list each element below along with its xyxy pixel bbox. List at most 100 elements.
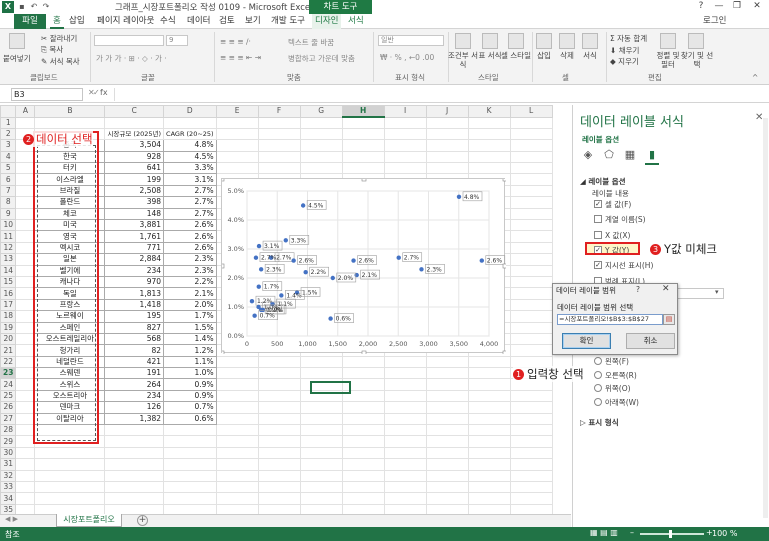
formula-input[interactable] [114, 88, 569, 101]
row-header[interactable]: 33 [0, 480, 17, 494]
cell[interactable] [257, 116, 301, 129]
autosum-button[interactable]: Σ 자동 합계 [610, 33, 647, 44]
cell[interactable] [257, 435, 301, 448]
tab-file[interactable]: 파일 [14, 14, 46, 29]
insert-cells-button[interactable]: 삽입 [532, 51, 556, 60]
cell[interactable] [215, 116, 259, 129]
cell[interactable] [299, 116, 343, 129]
row-header[interactable]: 11 [0, 230, 17, 243]
cell[interactable] [257, 139, 301, 152]
label-options-bar-icon[interactable]: ▮ [645, 148, 659, 162]
cell[interactable] [509, 139, 553, 152]
tab-view[interactable]: 보기 [242, 14, 264, 29]
font-size-dropdown[interactable]: 9 [166, 35, 188, 46]
column-header[interactable]: G [299, 105, 343, 118]
cell[interactable] [509, 298, 553, 312]
cell[interactable] [215, 412, 259, 426]
cagr-cell[interactable]: 2.7% [163, 184, 217, 198]
find-select-icon[interactable] [688, 33, 704, 49]
pane-tab-label-options[interactable]: 레이블 옵션 [582, 134, 619, 145]
enter-icon[interactable]: ✓ [93, 88, 100, 97]
cell[interactable] [509, 321, 553, 334]
cagr-cell[interactable]: 2.1% [163, 287, 217, 300]
cell[interactable] [341, 435, 385, 448]
tab-developer[interactable]: 개발 도구 [268, 14, 308, 29]
collapse-ribbon-icon[interactable]: ^ [752, 73, 758, 82]
cagr-cell[interactable]: 2.6% [163, 241, 217, 255]
row-header[interactable]: 10 [0, 218, 17, 232]
size-properties-icon[interactable]: ▦ [623, 148, 637, 162]
tab-design[interactable]: 디자인 [312, 14, 342, 29]
column-header[interactable]: F [257, 105, 301, 118]
row-header[interactable]: 29 [0, 435, 17, 448]
cell[interactable] [383, 435, 427, 448]
column-header[interactable]: A [15, 105, 36, 118]
cell[interactable] [299, 162, 343, 175]
cell[interactable] [509, 116, 553, 129]
view-mode-icons[interactable]: ▦ ▤ ▥ [590, 528, 618, 537]
find-select-button[interactable]: 찾기 및 선택 [680, 51, 714, 69]
market-size-cell[interactable]: 82 [104, 344, 165, 357]
cell[interactable] [467, 367, 511, 380]
cell[interactable] [215, 424, 259, 437]
row-header[interactable]: 7 [0, 184, 17, 198]
cell[interactable] [215, 139, 259, 152]
row-header[interactable]: 32 [0, 469, 17, 483]
delete-cells-icon[interactable] [559, 33, 575, 49]
cell[interactable] [509, 207, 553, 221]
cell[interactable] [341, 446, 385, 460]
market-size-cell[interactable]: 148 [104, 207, 165, 221]
cell[interactable] [299, 401, 343, 414]
cell[interactable] [509, 173, 553, 186]
format-painter-button[interactable]: ✎ 서식 복사 [41, 56, 80, 67]
header-cagr[interactable]: CAGR (20~25) [163, 127, 217, 141]
cell[interactable] [34, 458, 106, 471]
fill-line-icon[interactable]: ◈ [581, 148, 595, 162]
font-format-icons[interactable]: 가 가 가 · ⊞ · ◇ · 가 · [96, 53, 167, 64]
redo-icon[interactable]: ↷ [41, 1, 51, 12]
tab-formulas[interactable]: 수식 [157, 14, 179, 29]
row-header[interactable]: 2 [0, 127, 17, 141]
column-header[interactable]: H [341, 105, 385, 118]
cell[interactable] [509, 218, 553, 232]
cell[interactable] [383, 150, 427, 164]
cell-style-button[interactable]: 셀 스타일 [500, 51, 532, 60]
cell[interactable] [299, 355, 343, 369]
column-header[interactable]: D [163, 105, 217, 118]
row-header[interactable]: 21 [0, 344, 17, 357]
effects-pentagon-icon[interactable]: ⬠ [602, 148, 616, 162]
cell[interactable] [509, 253, 553, 266]
cell[interactable] [467, 389, 511, 403]
cell[interactable] [163, 446, 217, 460]
cell[interactable] [509, 127, 553, 141]
cagr-cell[interactable]: 1.7% [163, 310, 217, 323]
cell[interactable] [341, 401, 385, 414]
cell[interactable] [467, 139, 511, 152]
cell[interactable] [509, 344, 553, 357]
row-header[interactable]: 19 [0, 321, 17, 334]
cagr-cell[interactable]: 0.7% [163, 401, 217, 414]
cell[interactable] [467, 492, 511, 505]
cell[interactable] [257, 162, 301, 175]
cagr-cell[interactable]: 2.7% [163, 196, 217, 209]
cell[interactable] [425, 469, 469, 483]
row-header[interactable]: 25 [0, 389, 17, 403]
row-header[interactable]: 17 [0, 298, 17, 312]
cell[interactable] [104, 116, 165, 129]
market-size-cell[interactable]: 191 [104, 367, 165, 380]
cell[interactable] [257, 446, 301, 460]
cell[interactable] [467, 480, 511, 494]
market-size-cell[interactable]: 2,508 [104, 184, 165, 198]
cell[interactable] [257, 458, 301, 471]
section-number-format[interactable]: ▷ 표시 형식 [580, 417, 619, 428]
market-size-cell[interactable]: 928 [104, 150, 165, 164]
cell[interactable] [215, 401, 259, 414]
cell[interactable] [257, 401, 301, 414]
dialog-range-input[interactable]: =시장포트폴리오!$B$3:$B$27 [557, 314, 663, 325]
cell-style-icon[interactable] [508, 33, 524, 49]
market-size-cell[interactable]: 771 [104, 241, 165, 255]
market-size-cell[interactable]: 3,504 [104, 139, 165, 152]
zoom-out-icon[interactable]: – [630, 528, 634, 537]
label-position-radio[interactable] [594, 384, 602, 392]
cell[interactable] [467, 355, 511, 369]
